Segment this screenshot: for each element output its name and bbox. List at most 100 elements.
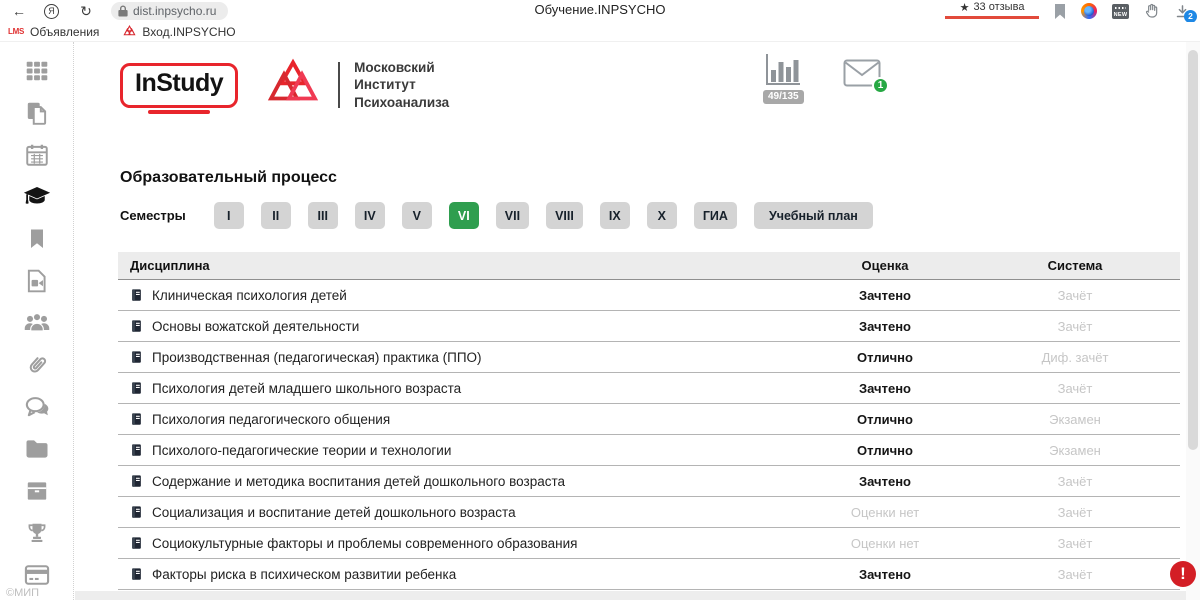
semester-button-10[interactable]: X bbox=[647, 202, 677, 229]
address-bar[interactable]: dist.inpsycho.ru bbox=[111, 2, 228, 20]
bookmark-icon[interactable] bbox=[1054, 4, 1066, 19]
scrollbar-thumb[interactable] bbox=[1188, 50, 1198, 450]
book-icon bbox=[130, 505, 143, 519]
sidebar-item-bookmarks[interactable] bbox=[0, 218, 73, 260]
system-value: Зачёт bbox=[970, 536, 1180, 551]
curriculum-button[interactable]: Учебный план bbox=[754, 202, 873, 229]
hand-icon[interactable] bbox=[1144, 3, 1160, 19]
scrollbar-track[interactable] bbox=[1186, 42, 1200, 600]
mip-favicon bbox=[123, 25, 136, 38]
sidebar: ©МИП bbox=[0, 42, 74, 600]
system-value: Зачёт bbox=[970, 288, 1180, 303]
semester-button-4[interactable]: IV bbox=[355, 202, 385, 229]
semester-button-2[interactable]: II bbox=[261, 202, 291, 229]
semester-button-gia[interactable]: ГИА bbox=[694, 202, 737, 229]
sidebar-item-archive[interactable] bbox=[0, 470, 73, 512]
sidebar-item-attachments[interactable] bbox=[0, 344, 73, 386]
discipline-name: Основы вожатской деятельности bbox=[152, 319, 359, 334]
table-row[interactable]: Клиническая психология детей Зачтено Зач… bbox=[118, 280, 1180, 311]
book-icon bbox=[130, 567, 143, 581]
discipline-name: Содержание и методика воспитания детей д… bbox=[152, 474, 565, 489]
sidebar-item-users[interactable] bbox=[0, 302, 73, 344]
table-row[interactable]: Психолого-педагогические теории и технол… bbox=[118, 435, 1180, 466]
discipline-name: Психолого-педагогические теории и технол… bbox=[152, 443, 451, 458]
instudy-logo[interactable]: InStudy bbox=[120, 63, 238, 108]
bookmark-item-lms[interactable]: LMS Объявления bbox=[8, 25, 99, 39]
system-value: Экзамен bbox=[970, 412, 1180, 427]
institute-line: Институт bbox=[354, 76, 449, 93]
semester-button-3[interactable]: III bbox=[308, 202, 338, 229]
sidebar-item-education[interactable] bbox=[0, 176, 73, 218]
book-icon bbox=[130, 288, 143, 302]
calendar-icon bbox=[24, 142, 50, 168]
page-title: Образовательный процесс bbox=[120, 169, 337, 187]
refresh-icon[interactable]: ↻ bbox=[73, 3, 99, 20]
lms-favicon: LMS bbox=[8, 27, 24, 36]
yandex-browser-icon[interactable]: Я bbox=[44, 4, 59, 19]
bookmark-flag-icon bbox=[25, 227, 49, 251]
column-system: Система bbox=[970, 258, 1180, 273]
sidebar-item-folder[interactable] bbox=[0, 428, 73, 470]
sidebar-item-apps[interactable] bbox=[0, 50, 73, 92]
paperclip-icon bbox=[24, 352, 50, 378]
lock-icon bbox=[118, 5, 128, 17]
sidebar-item-documents[interactable] bbox=[0, 92, 73, 134]
credit-card-icon bbox=[23, 561, 51, 589]
semester-button-8[interactable]: VIII bbox=[546, 202, 583, 229]
back-icon[interactable]: ← bbox=[6, 3, 32, 19]
book-icon bbox=[130, 319, 143, 333]
copyright-label: ©МИП bbox=[6, 587, 39, 599]
semesters-label: Семестры bbox=[120, 208, 186, 223]
downloads-button[interactable]: 2 bbox=[1175, 4, 1190, 19]
error-notification-icon[interactable]: ! bbox=[1170, 561, 1196, 587]
grade-value: Отлично bbox=[800, 443, 970, 458]
discipline-name: Социализация и воспитание детей дошкольн… bbox=[152, 505, 516, 520]
institute-line: Психоанализа bbox=[354, 94, 449, 111]
sidebar-item-awards[interactable] bbox=[0, 512, 73, 554]
progress-widget[interactable]: 49/135 bbox=[763, 52, 804, 104]
reviews-rating-bar bbox=[945, 16, 1039, 19]
grade-value: Отлично bbox=[800, 350, 970, 365]
browser-toolbar: ← Я ↻ dist.inpsycho.ru Обучение.INPSYCHO… bbox=[0, 0, 1200, 22]
column-discipline: Дисциплина bbox=[118, 258, 800, 273]
discipline-name: Психология детей младшего школьного возр… bbox=[152, 381, 461, 396]
system-value: Зачёт bbox=[970, 381, 1180, 396]
bar-chart-icon bbox=[763, 52, 803, 88]
table-row[interactable]: Психология детей младшего школьного возр… bbox=[118, 373, 1180, 404]
documents-icon bbox=[24, 100, 50, 126]
url-text: dist.inpsycho.ru bbox=[133, 4, 216, 18]
sidebar-item-video[interactable] bbox=[0, 260, 73, 302]
table-row[interactable]: Основы вожатской деятельности Зачтено За… bbox=[118, 311, 1180, 342]
bookmark-item-inpsycho[interactable]: Вход.INPSYCHO bbox=[123, 25, 235, 39]
table-row[interactable]: Социализация и воспитание детей дошкольн… bbox=[118, 497, 1180, 528]
browser-extension-icon[interactable] bbox=[1081, 3, 1097, 19]
semester-button-7[interactable]: VII bbox=[496, 202, 529, 229]
grade-value: Оценки нет bbox=[800, 536, 970, 551]
header-divider bbox=[338, 62, 340, 108]
new-extension-icon[interactable]: NEW bbox=[1112, 4, 1129, 19]
table-row[interactable]: Социокультурные факторы и проблемы совре… bbox=[118, 528, 1180, 559]
site-reviews[interactable]: ★ 33 отзыва bbox=[945, 1, 1039, 19]
reviews-count: 33 отзыва bbox=[973, 1, 1024, 13]
semester-filter: Семестры I II III IV V VI VII VIII IX X … bbox=[120, 202, 890, 229]
table-row[interactable]: Психология педагогического общения Отлич… bbox=[118, 404, 1180, 435]
sidebar-item-messages[interactable] bbox=[0, 386, 73, 428]
book-icon bbox=[130, 350, 143, 364]
semester-button-9[interactable]: IX bbox=[600, 202, 630, 229]
apps-grid-icon bbox=[24, 58, 50, 84]
grade-value: Зачтено bbox=[800, 319, 970, 334]
mip-logo[interactable] bbox=[266, 58, 320, 112]
semester-button-5[interactable]: V bbox=[402, 202, 432, 229]
institute-line: Московский bbox=[354, 59, 449, 76]
discipline-name: Клиническая психология детей bbox=[152, 288, 347, 303]
table-row[interactable]: Факторы риска в психическом развитии реб… bbox=[118, 559, 1180, 590]
table-row[interactable]: Содержание и методика воспитания детей д… bbox=[118, 466, 1180, 497]
semester-button-1[interactable]: I bbox=[214, 202, 244, 229]
table-row[interactable]: Производственная (педагогическая) практи… bbox=[118, 342, 1180, 373]
mail-widget[interactable]: 1 bbox=[843, 59, 881, 87]
grade-value: Оценки нет bbox=[800, 505, 970, 520]
book-icon bbox=[130, 412, 143, 426]
archive-box-icon bbox=[24, 478, 50, 504]
sidebar-item-calendar[interactable] bbox=[0, 134, 73, 176]
semester-button-6-active[interactable]: VI bbox=[449, 202, 479, 229]
